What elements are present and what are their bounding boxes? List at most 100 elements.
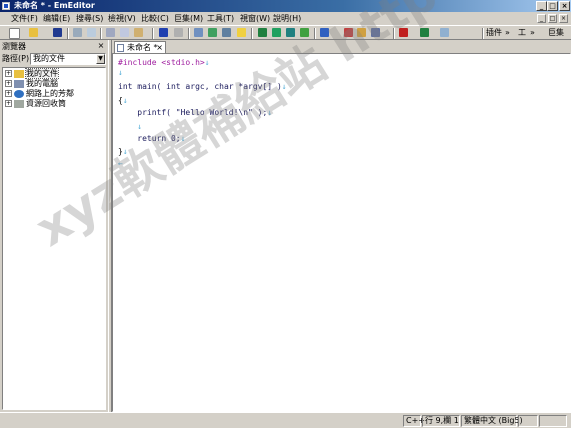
code-line-9[interactable]: ←: [118, 159, 123, 169]
linefeed-marker: ↓: [267, 108, 273, 117]
status-bar: C++ 行 9,欄 1 繁體中文 (Big5): [0, 412, 571, 428]
folder-icon: [14, 69, 24, 78]
close-button[interactable]: ×: [559, 1, 570, 11]
status-language[interactable]: C++: [403, 415, 425, 427]
tree-item-my-computer[interactable]: + 我的電腦: [5, 79, 58, 89]
window-title: 未命名 * - EmEditor: [14, 1, 95, 10]
close-icon[interactable]: ×: [97, 41, 105, 51]
code-line-2[interactable]: ↓: [118, 68, 123, 78]
mdi-close-button[interactable]: ×: [559, 14, 568, 23]
menu-edit[interactable]: 编辑(E): [43, 12, 70, 25]
app-icon[interactable]: [2, 2, 10, 10]
linefeed-marker: ↓: [122, 96, 128, 105]
tab-untitled[interactable]: 未命名 * ×: [114, 41, 166, 53]
code-line-7[interactable]: return 0;↓: [118, 134, 185, 144]
macro-toolbar-label[interactable]: 巨集: [548, 27, 564, 39]
plugins-toolbar-label[interactable]: 插件: [486, 27, 502, 39]
linefeed-marker: ↓: [180, 134, 186, 143]
open-folder-icon[interactable]: [29, 28, 38, 37]
code-editor[interactable]: #include <stdio.h>↓ ↓ int main( int argc…: [112, 53, 571, 412]
expand-icon[interactable]: +: [5, 100, 12, 107]
status-position: 行 9,欄 1: [422, 415, 460, 427]
menu-search[interactable]: 搜尋(S): [76, 12, 103, 25]
window-icon[interactable]: [320, 28, 329, 37]
stop-icon[interactable]: [399, 28, 408, 37]
macro-select-icon[interactable]: [371, 28, 380, 37]
document-tabs: 未命名 * ×: [112, 40, 571, 53]
close-icon[interactable]: ×: [156, 42, 163, 53]
toolbar: 插件 » 工 » 巨集: [0, 25, 571, 40]
linefeed-marker: ↓: [137, 122, 143, 131]
path-label: 路徑(P): [2, 54, 30, 63]
menu-bar: 文件(F) 编辑(E) 搜尋(S) 檢視(V) 比較(C) 巨集(M) 工具(T…: [0, 12, 571, 25]
view-icon-4[interactable]: [300, 28, 309, 37]
chevron-icon[interactable]: »: [505, 27, 510, 39]
expand-icon[interactable]: +: [5, 70, 12, 77]
undo-icon[interactable]: [159, 28, 168, 37]
find-next-icon[interactable]: [208, 28, 217, 37]
code-line-4[interactable]: {↓: [118, 96, 128, 106]
tree-item-label: 網路上的芳鄰: [26, 89, 74, 98]
recycle-bin-icon: [14, 99, 24, 108]
computer-icon: [14, 79, 24, 88]
menu-macro[interactable]: 巨集(M): [174, 12, 203, 25]
menu-help[interactable]: 說明(H): [273, 12, 301, 25]
tree-item-network[interactable]: + 網路上的芳鄰: [5, 89, 74, 99]
macro-record-icon[interactable]: [344, 28, 353, 37]
tree-item-label: 我的文件: [25, 68, 59, 79]
view-icon-2[interactable]: [272, 28, 281, 37]
paste-icon[interactable]: [134, 28, 143, 37]
linefeed-marker: ↓: [204, 58, 210, 67]
code-line-8[interactable]: }↓: [118, 147, 128, 157]
menu-view[interactable]: 檢視(V): [108, 12, 136, 25]
view-icon-1[interactable]: [258, 28, 267, 37]
copy-icon[interactable]: [120, 28, 129, 37]
find-previous-icon[interactable]: [222, 28, 231, 37]
explorer-title: 瀏覽器: [2, 42, 26, 51]
redo-icon[interactable]: [174, 28, 183, 37]
mdi-restore-button[interactable]: □: [548, 14, 557, 23]
menu-compare[interactable]: 比較(C): [141, 12, 169, 25]
menu-tools[interactable]: 工具(T): [207, 12, 234, 25]
tab-label: 未命名 *: [127, 43, 158, 52]
status-encoding[interactable]: 繁體中文 (Big5): [461, 415, 523, 427]
maximize-button[interactable]: □: [547, 1, 558, 11]
path-value: 我的文件: [33, 54, 65, 63]
explorer-pane: 瀏覽器 × 路徑(P) 我的文件 ▼ + 我的文件 + 我的電腦 + 網路上的芳鄰 +…: [0, 40, 108, 412]
print-preview-icon[interactable]: [87, 28, 96, 37]
code-line-1[interactable]: #include <stdio.h>↓: [118, 58, 210, 68]
tree-item-recycle-bin[interactable]: + 資源回收筒: [5, 99, 66, 109]
new-file-icon[interactable]: [9, 28, 20, 39]
network-icon: [14, 89, 24, 98]
code-line-6[interactable]: ↓: [118, 122, 142, 132]
save-icon[interactable]: [53, 28, 62, 37]
mdi-minimize-button[interactable]: _: [537, 14, 546, 23]
plugin-icon[interactable]: [440, 28, 449, 37]
status-cell-empty-2: [539, 415, 567, 427]
chevron-icon[interactable]: »: [530, 27, 535, 39]
folder-tree[interactable]: + 我的文件 + 我的電腦 + 網路上的芳鄰 + 資源回收筒: [2, 67, 106, 410]
view-icon-3[interactable]: [286, 28, 295, 37]
print-icon[interactable]: [73, 28, 82, 37]
tree-item-label: 我的電腦: [26, 79, 58, 88]
menu-window[interactable]: 視窗(W): [240, 12, 270, 25]
expand-icon[interactable]: +: [5, 80, 12, 87]
tree-item-my-documents[interactable]: + 我的文件: [5, 68, 59, 79]
highlight-icon[interactable]: [237, 28, 246, 37]
minimize-button[interactable]: _: [536, 1, 547, 11]
menu-file[interactable]: 文件(F): [11, 12, 38, 25]
chevron-down-icon[interactable]: ▼: [96, 54, 105, 64]
code-line-3[interactable]: int main( int argc, char *argv[] )↓: [118, 82, 287, 92]
cut-icon[interactable]: [106, 28, 115, 37]
linefeed-marker: ↓: [281, 82, 287, 91]
macro-run-icon[interactable]: [357, 28, 366, 37]
code-line-5[interactable]: printf( "Hello World!\n" );↓: [118, 108, 272, 118]
tools-toolbar-label[interactable]: 工: [518, 27, 526, 39]
run-icon[interactable]: [420, 28, 429, 37]
find-icon[interactable]: [194, 28, 203, 37]
expand-icon[interactable]: +: [5, 90, 12, 97]
linefeed-marker: ↓: [122, 147, 128, 156]
path-dropdown[interactable]: 我的文件 ▼: [30, 53, 106, 65]
title-bar[interactable]: 未命名 * - EmEditor _ □ ×: [0, 0, 571, 12]
eof-marker: ←: [118, 159, 123, 168]
